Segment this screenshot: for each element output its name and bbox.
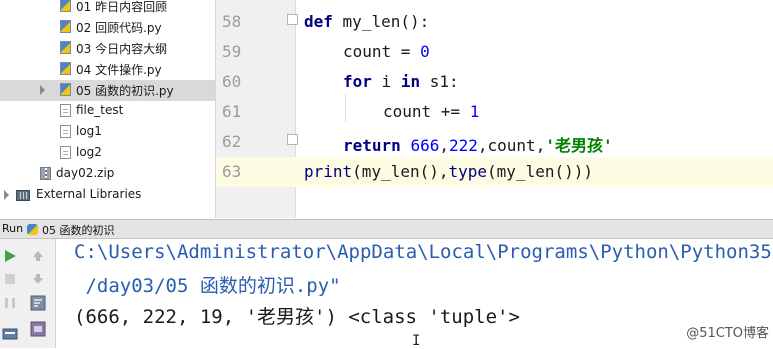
line-number: 62 — [222, 132, 242, 151]
text-file-icon — [60, 146, 71, 159]
python-run-config-icon — [27, 224, 38, 235]
project-tree: 01 昨日内容回顾 02 回顾代码.py 03 今日内容大纲 04 文件操作.p… — [0, 0, 216, 218]
console-output[interactable]: C:\Users\Administrator\AppData\Local\Pro… — [57, 239, 773, 348]
run-toolbar — [0, 239, 56, 348]
tree-item-01[interactable]: 01 昨日内容回顾 — [0, 0, 215, 17]
code-line-63: print(my_len(),type(my_len())) — [304, 162, 593, 181]
line-number: 59 — [222, 42, 242, 61]
layout-icon[interactable] — [2, 325, 18, 341]
python-file-icon — [60, 41, 71, 54]
text-file-icon — [60, 125, 71, 138]
console-line: (666, 222, 19, '老男孩') <class 'tuple'> — [74, 306, 520, 328]
tree-item-label: 05 函数的初识.py — [76, 84, 174, 98]
print-settings-icon[interactable] — [30, 321, 46, 337]
run-config-name[interactable]: 05 函数的初识 — [42, 222, 115, 238]
tree-item-label: 01 昨日内容回顾 — [76, 0, 168, 14]
tree-item-label: 03 今日内容大纲 — [76, 42, 168, 56]
indent-guide — [345, 94, 346, 122]
tree-item-label: day02.zip — [56, 166, 115, 180]
line-number: 61 — [222, 102, 242, 121]
tree-item-label: External Libraries — [36, 187, 142, 201]
text-file-icon — [60, 104, 71, 117]
tree-item-day02-zip[interactable]: day02.zip — [0, 164, 215, 185]
text-cursor-icon: I — [412, 333, 421, 349]
tree-item-label: log2 — [76, 145, 102, 159]
console-line: /day03/05 函数的初识.py" — [74, 275, 341, 297]
tree-item-04[interactable]: 04 文件操作.py — [0, 59, 215, 80]
expand-arrow-icon[interactable] — [40, 85, 45, 95]
python-file-icon — [60, 20, 71, 33]
line-number: 58 — [222, 12, 242, 31]
python-file-icon — [60, 0, 71, 12]
watermark: @51CTO博客 — [686, 326, 769, 341]
console-line: C:\Users\Administrator\AppData\Local\Pro… — [74, 241, 773, 263]
rerun-play-icon[interactable] — [2, 248, 18, 264]
code-line-61: count += 1 — [383, 102, 480, 121]
tree-item-02[interactable]: 02 回顾代码.py — [0, 17, 215, 38]
scroll-down-arrow-icon[interactable] — [30, 271, 46, 287]
code-line-60: for i in s1: — [343, 72, 459, 91]
tree-item-label: 04 文件操作.py — [76, 63, 162, 77]
zip-file-icon — [40, 167, 51, 180]
library-icon — [16, 190, 30, 201]
tree-item-05-selected[interactable]: 05 函数的初识.py — [0, 80, 215, 101]
code-line-58: def my_len(): — [304, 12, 430, 31]
tree-item-log1[interactable]: log1 — [0, 122, 215, 143]
tree-item-label: log1 — [76, 124, 102, 138]
expand-arrow-icon[interactable] — [4, 190, 9, 200]
tree-item-label: file_test — [76, 103, 124, 117]
tree-item-label: 02 回顾代码.py — [76, 21, 162, 35]
line-number: 63 — [222, 162, 242, 181]
run-tool-window-header: Run 05 函数的初识 — [0, 219, 773, 239]
python-file-icon — [60, 62, 71, 75]
code-line-62: return 666,222,count,'老男孩' — [343, 136, 613, 155]
fold-marker-icon[interactable] — [287, 14, 298, 25]
soft-wrap-icon[interactable] — [30, 295, 46, 311]
tree-item-03[interactable]: 03 今日内容大纲 — [0, 38, 215, 59]
run-tab-label[interactable]: Run — [2, 222, 23, 235]
pause-icon[interactable] — [2, 295, 18, 311]
tree-item-file-test[interactable]: file_test — [0, 101, 215, 122]
tree-item-log2[interactable]: log2 — [0, 143, 215, 164]
line-number: 60 — [222, 72, 242, 91]
tree-item-external-libraries[interactable]: External Libraries — [0, 185, 215, 206]
fold-marker-icon[interactable] — [287, 134, 298, 145]
scroll-up-arrow-icon[interactable] — [30, 248, 46, 264]
stop-icon[interactable] — [2, 271, 18, 287]
python-file-icon — [60, 83, 71, 96]
code-line-59: count = 0 — [343, 42, 430, 61]
